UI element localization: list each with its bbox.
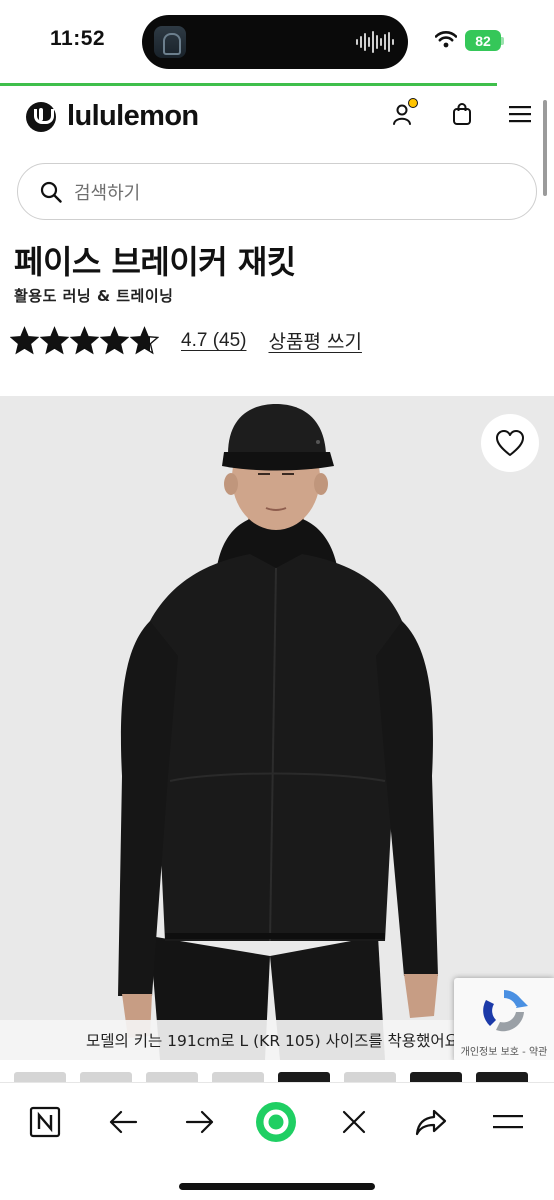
close-tab-button[interactable]: [331, 1099, 377, 1145]
star-icon: [130, 326, 159, 355]
search-placeholder: 검색하기: [74, 182, 141, 204]
brand-name: lululemon: [67, 100, 199, 132]
hamburger-menu-icon: [509, 106, 531, 123]
back-button[interactable]: [100, 1099, 146, 1145]
brand-home-link[interactable]: lululemon: [26, 100, 199, 133]
forward-button[interactable]: [177, 1099, 223, 1145]
search-icon: [40, 181, 62, 203]
browser-menu-button[interactable]: [485, 1099, 531, 1145]
notification-dot: [408, 98, 418, 108]
product-category: 활용도 러닝 & 트레이닝: [14, 287, 174, 305]
recaptcha-terms[interactable]: 개인정보 보호 - 약관: [454, 1043, 554, 1058]
thumbnail[interactable]: [410, 1072, 462, 1082]
battery-tip: [501, 37, 504, 45]
model-photo: [118, 404, 438, 1060]
thumbnail[interactable]: [212, 1072, 264, 1082]
shopping-bag-button[interactable]: [446, 98, 478, 130]
share-icon: [415, 1109, 447, 1136]
status-time: 11:52: [50, 27, 106, 50]
star-icon: [10, 326, 39, 355]
home-indicator: [179, 1183, 375, 1190]
battery-icon: 82: [465, 30, 501, 51]
lululemon-logo-icon: [26, 101, 56, 132]
green-home-icon: [256, 1102, 296, 1142]
status-bar: 11:52 82: [0, 0, 554, 84]
shopping-bag-icon: [453, 103, 471, 125]
product-image[interactable]: 모델의 키는 191cm로 L (KR 105) 사이즈를 착용했어요: [0, 396, 554, 1060]
dynamic-island: [142, 15, 408, 69]
product-title: 페이스 브레이커 재킷: [14, 243, 296, 281]
podcast-app-icon: [154, 26, 186, 58]
star-icon: [70, 326, 99, 355]
account-button[interactable]: [388, 98, 420, 130]
thumbnail[interactable]: [476, 1072, 528, 1082]
thumbnail[interactable]: [80, 1072, 132, 1082]
menu-button[interactable]: [504, 98, 536, 130]
rating-link[interactable]: 4.7 (45): [181, 330, 246, 352]
back-arrow-icon: [109, 1110, 138, 1134]
page-scrollbar[interactable]: [543, 100, 547, 196]
menu-icon: [493, 1115, 523, 1129]
thumbnail-strip: [0, 1060, 554, 1082]
browser-toolbar: [0, 1082, 554, 1200]
star-icon: [40, 326, 69, 355]
thumbnail[interactable]: [278, 1072, 330, 1082]
share-button[interactable]: [408, 1099, 454, 1145]
close-icon: [342, 1110, 366, 1134]
thumbnail[interactable]: [14, 1072, 66, 1082]
green-home-button[interactable]: [253, 1099, 299, 1145]
naver-n-icon: [29, 1106, 61, 1138]
forward-arrow-icon: [185, 1110, 214, 1134]
thumbnail[interactable]: [344, 1072, 396, 1082]
rating-row: 4.7 (45) 상품평 쓰기: [10, 326, 362, 355]
site-header: lululemon: [0, 86, 554, 156]
naver-home-button[interactable]: [22, 1099, 68, 1145]
header-icons: [388, 98, 536, 130]
wishlist-button[interactable]: [481, 414, 539, 472]
rating-stars: [10, 326, 159, 355]
wifi-icon: [435, 31, 457, 48]
search-input[interactable]: 검색하기: [17, 163, 537, 220]
star-icon: [100, 326, 129, 355]
heart-icon: [496, 430, 524, 456]
recaptcha-badge[interactable]: 개인정보 보호 - 약관: [454, 978, 554, 1062]
recaptcha-logo-icon: [483, 990, 528, 1032]
write-review-link[interactable]: 상품평 쓰기: [268, 327, 361, 354]
thumbnail[interactable]: [146, 1072, 198, 1082]
audio-waveform-icon: [356, 29, 394, 55]
